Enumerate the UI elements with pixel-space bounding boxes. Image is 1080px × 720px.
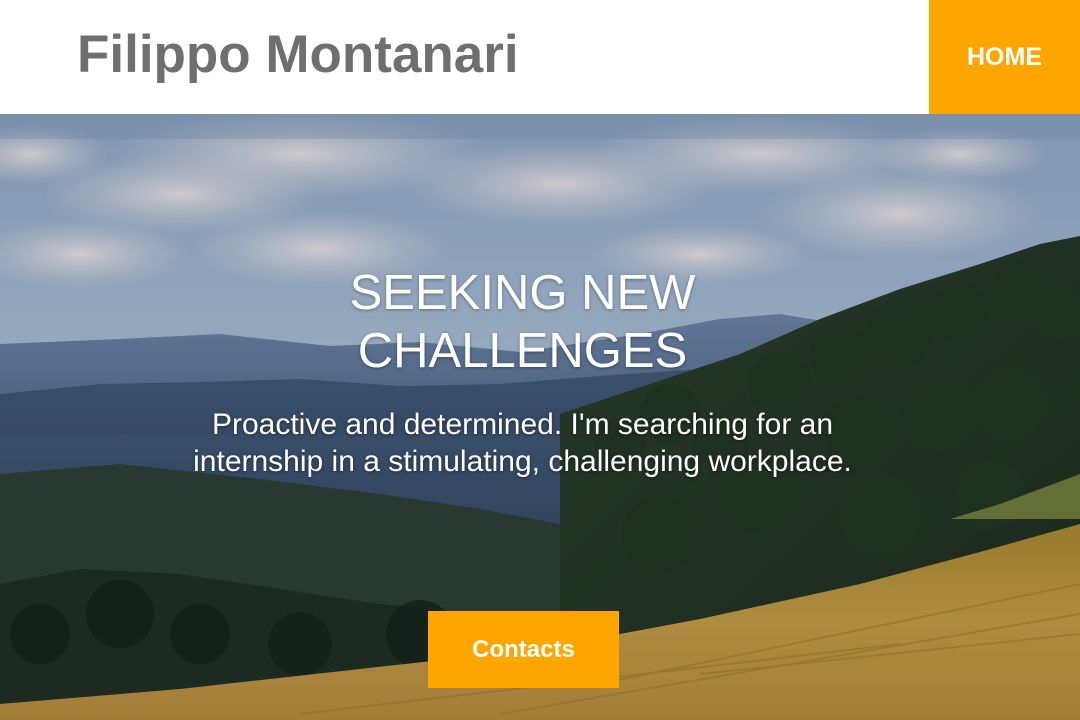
- contacts-button[interactable]: Contacts: [428, 611, 619, 688]
- hero-content: SEEKING NEW CHALLENGES Proactive and det…: [0, 114, 1080, 720]
- hero-section: SEEKING NEW CHALLENGES Proactive and det…: [0, 114, 1080, 720]
- nav-home-link[interactable]: HOME: [929, 0, 1080, 114]
- site-title: Filippo Montanari: [77, 25, 519, 84]
- site-header: Filippo Montanari HOME: [0, 0, 1080, 114]
- hero-subtitle: Proactive and determined. I'm searching …: [193, 408, 852, 478]
- hero-heading: SEEKING NEW CHALLENGES: [349, 266, 696, 378]
- page: Filippo Montanari HOME SEEKING NEW CHALL…: [0, 0, 1080, 720]
